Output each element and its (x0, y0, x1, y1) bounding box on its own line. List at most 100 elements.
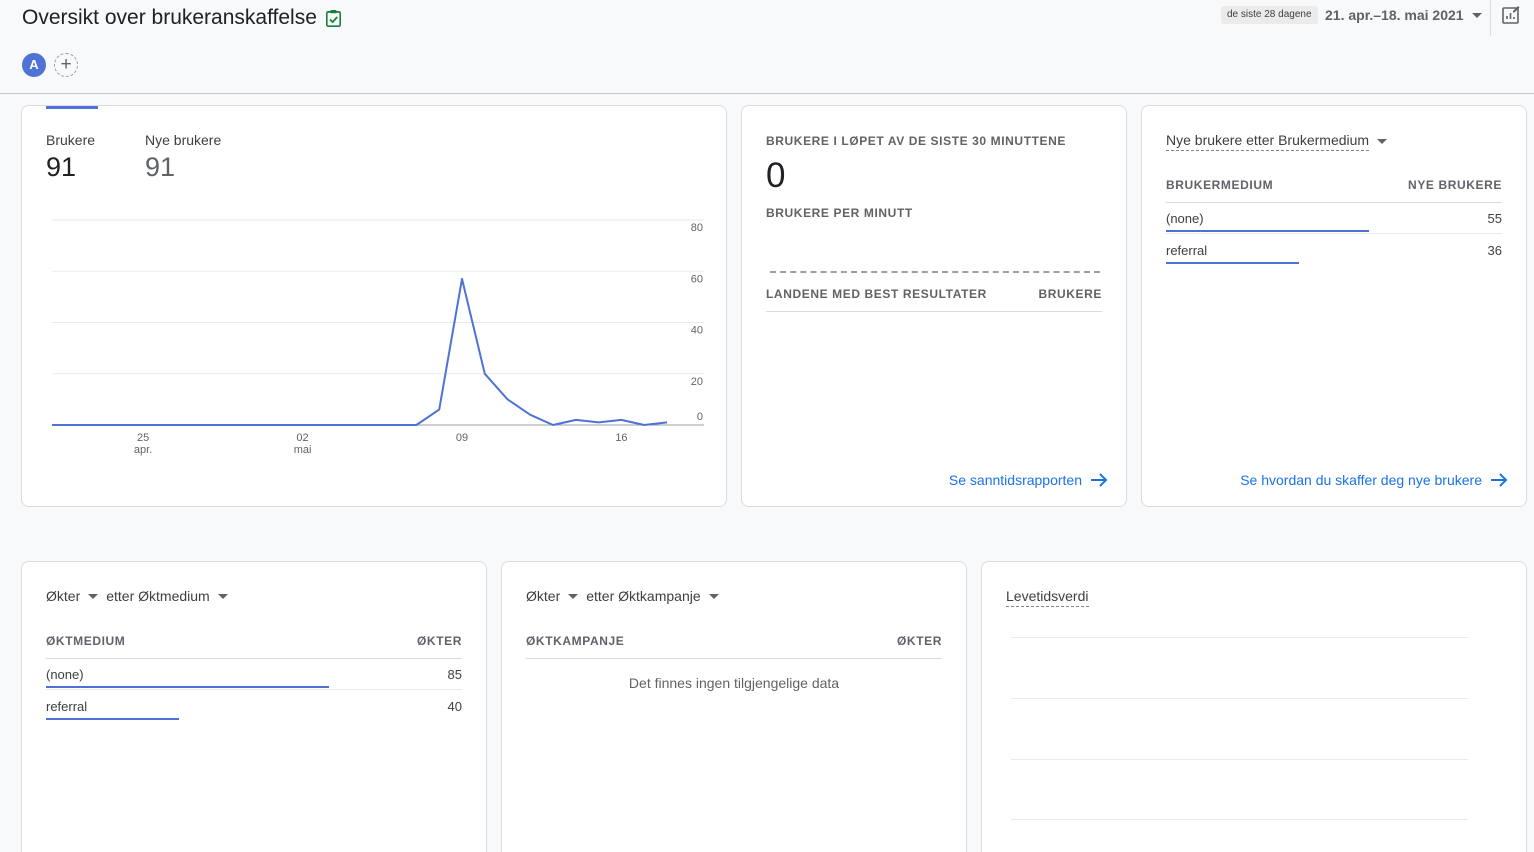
sessions-medium-table-header: ØKTMEDIUM ØKTER (46, 634, 462, 659)
dimension-selector[interactable]: etter Øktkampanje (586, 588, 700, 604)
data-point[interactable] (141, 423, 145, 427)
data-point[interactable] (642, 423, 646, 427)
row-value: 36 (1487, 243, 1502, 258)
data-point[interactable] (209, 423, 213, 427)
metric-selector[interactable]: Økter (46, 588, 80, 604)
data-point[interactable] (528, 413, 532, 417)
data-point[interactable] (460, 277, 464, 281)
new-users-title-prefix: Nye brukere etter (1166, 132, 1279, 148)
view-acquisition-link[interactable]: Se hvordan du skaffer deg nye brukere (1240, 472, 1508, 488)
chevron-down-icon[interactable] (88, 593, 99, 599)
date-preset-chip[interactable]: de siste 28 dagene (1221, 6, 1318, 24)
metric-new-users-value: 91 (145, 152, 176, 182)
x-tick-label: 16 (615, 432, 627, 444)
users-column-header: BRUKERE (1038, 287, 1102, 301)
new-users-dimension-selector[interactable]: Nye brukere etter Brukermedium (1166, 132, 1388, 151)
date-range-picker[interactable]: 21. apr.–18. mai 2021 (1325, 7, 1482, 23)
data-point[interactable] (369, 423, 373, 427)
realtime-users-value: 0 (766, 156, 786, 195)
data-point[interactable] (483, 372, 487, 376)
y-tick-label: 0 (697, 411, 703, 423)
medium-column-header: BRUKERMEDIUM (1166, 178, 1274, 192)
row-value: 85 (447, 667, 462, 682)
verified-check-icon[interactable] (325, 9, 342, 28)
data-point[interactable] (187, 423, 191, 427)
page-title: Oversikt over brukeranskaffelse (22, 6, 342, 30)
row-label: (none) (1166, 211, 1204, 226)
realtime-heading: BRUKERE I LØPET AV DE SISTE 30 MINUTTENE (766, 134, 1067, 148)
data-point[interactable] (346, 423, 350, 427)
date-range-text: 21. apr.–18. mai 2021 (1325, 7, 1464, 23)
data-point[interactable] (50, 423, 54, 427)
y-tick-label: 20 (691, 376, 703, 388)
data-point[interactable] (574, 418, 578, 422)
data-point[interactable] (73, 423, 77, 427)
header-divider-line (0, 93, 1534, 94)
data-point[interactable] (414, 423, 418, 427)
data-point[interactable] (551, 423, 555, 427)
metric-selector[interactable]: Økter (526, 588, 560, 604)
view-realtime-link-text: Se sanntidsrapporten (948, 472, 1082, 488)
sessions-campaign-title: Økter etter Øktkampanje (526, 588, 719, 604)
metric-users-label[interactable]: Brukere (46, 132, 95, 148)
sessions-column-header: ØKTER (897, 634, 942, 648)
x-tick-label: 25 (137, 432, 149, 444)
data-point[interactable] (96, 423, 100, 427)
new-users-table-header: BRUKERMEDIUM NYE BRUKERE (1166, 178, 1502, 203)
per-minute-bars (770, 271, 1100, 273)
x-tick-label: 09 (456, 432, 468, 444)
view-realtime-link[interactable]: Se sanntidsrapporten (949, 472, 1108, 488)
medium-column-header: ØKTMEDIUM (46, 634, 126, 648)
sessions-by-medium-card: Økter etter Øktmedium ØKTMEDIUM ØKTER (n… (21, 561, 487, 852)
data-point[interactable] (278, 423, 282, 427)
chevron-down-icon[interactable] (568, 593, 579, 599)
lifetime-value-title[interactable]: Levetidsverdi (1006, 588, 1089, 607)
data-point[interactable] (619, 418, 623, 422)
header-divider (1490, 0, 1491, 36)
sessions-column-header: ØKTER (417, 634, 462, 648)
x-tick-month-label: apr. (134, 444, 152, 456)
y-tick-label: 40 (691, 325, 703, 337)
new-users-by-medium-card: Nye brukere etter Brukermedium BRUKERMED… (1141, 105, 1527, 507)
data-point[interactable] (301, 423, 305, 427)
no-data-message: Det finnes ingen tilgjengelige data (628, 675, 840, 691)
data-point[interactable] (232, 423, 236, 427)
data-point[interactable] (437, 408, 441, 412)
chart-gridline (1011, 698, 1468, 699)
x-tick-label: 02 (296, 432, 308, 444)
realtime-card: BRUKERE I LØPET AV DE SISTE 30 MINUTTENE… (741, 105, 1127, 507)
data-point[interactable] (506, 397, 510, 401)
new-users-title-dimension: Brukermedium (1278, 132, 1370, 148)
data-point[interactable] (118, 423, 122, 427)
metric-users-value: 91 (46, 152, 77, 182)
y-tick-label: 60 (691, 273, 703, 285)
users-overview-card: Brukere 91 Nye brukere 91 80 60 40 20 0 25 apr… (21, 105, 727, 507)
chevron-down-icon (1471, 12, 1482, 18)
dimension-selector[interactable]: etter Øktmedium (106, 588, 209, 604)
data-point[interactable] (392, 423, 396, 427)
row-share-bar (46, 718, 180, 720)
comparison-avatar[interactable]: A (22, 53, 46, 77)
customize-report-icon[interactable] (1501, 5, 1521, 25)
metric-new-users-label[interactable]: Nye brukere (145, 132, 221, 148)
data-point[interactable] (323, 423, 327, 427)
row-share-bar (1166, 230, 1369, 232)
add-comparison-button[interactable]: + (54, 53, 78, 77)
chart-gridline (1011, 819, 1468, 820)
chevron-down-icon (1377, 139, 1388, 144)
users-series-line[interactable] (52, 277, 668, 426)
users-line-chart: 80 60 40 20 0 25apr. 02mai 09 16 (50, 219, 704, 456)
row-share-bar (1166, 262, 1300, 264)
lifetime-value-card: Levetidsverdi (981, 561, 1527, 852)
chart-gridline (1011, 759, 1468, 760)
data-point[interactable] (597, 420, 601, 424)
chevron-down-icon[interactable] (217, 593, 228, 599)
chevron-down-icon[interactable] (708, 593, 719, 599)
data-point[interactable] (164, 423, 168, 427)
y-tick-label: 80 (691, 222, 703, 234)
page-title-text: Oversikt over brukeranskaffelse (22, 6, 317, 29)
data-point[interactable] (255, 423, 259, 427)
new-users-title: Nye brukere etter Brukermedium (1166, 132, 1370, 151)
data-point[interactable] (665, 420, 669, 424)
row-share-bar (46, 686, 329, 688)
